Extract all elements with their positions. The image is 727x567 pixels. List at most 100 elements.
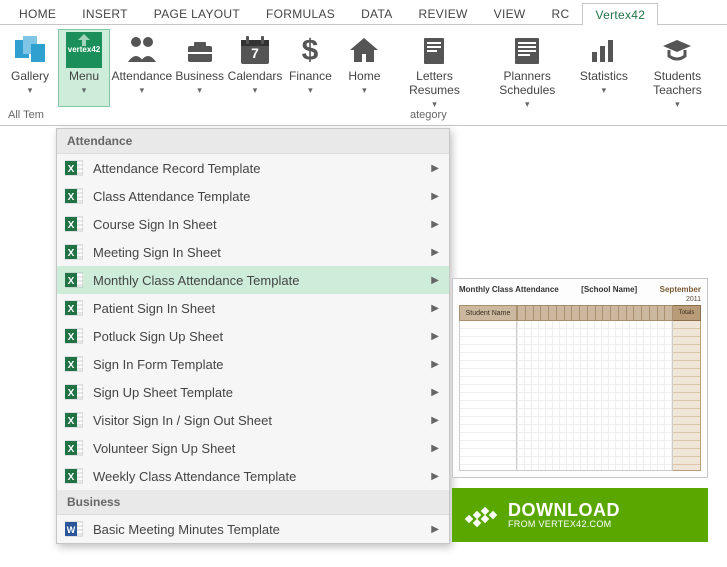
menu-item[interactable]: Attendance Record Template▶ <box>57 154 449 182</box>
chevron-down-icon: ▾ <box>308 85 313 96</box>
submenu-arrow-icon: ▶ <box>431 443 439 454</box>
chevron-down-icon: ▾ <box>28 85 33 96</box>
menu-item[interactable]: Class Attendance Template ▶ <box>57 182 449 210</box>
menu-item[interactable]: Volunteer Sign Up Sheet ▶ <box>57 434 449 462</box>
menu-item[interactable]: Sign Up Sheet Template ▶ <box>57 378 449 406</box>
preview-col-student: Student Name <box>459 305 517 321</box>
excel-icon <box>65 439 83 457</box>
submenu-arrow-icon: ▶ <box>431 219 439 230</box>
tab-data[interactable]: DATA <box>348 2 405 24</box>
download-text: DOWNLOAD FROM VERTEX42.COM <box>508 501 620 529</box>
tab-home[interactable]: HOME <box>6 2 69 24</box>
menu-header-attendance: Attendance <box>57 129 449 154</box>
ribbon-tabs: HOME INSERT PAGE LAYOUT FORMULAS DATA RE… <box>0 0 727 24</box>
menu-item-label: Course Sign In Sheet <box>93 217 421 232</box>
preview-name-column <box>459 321 517 471</box>
students-icon <box>659 32 695 68</box>
planners-icon <box>509 32 545 68</box>
chevron-down-icon: ▾ <box>525 99 530 110</box>
excel-icon <box>65 243 83 261</box>
menu-item-label: Sign In Form Template <box>93 357 421 372</box>
ribbon-gallery-label: Gallery <box>11 70 49 84</box>
ribbon: Gallery ▾ Menu ▾ Attendance ▾ Business ▾… <box>0 24 727 126</box>
ribbon-business[interactable]: Business ▾ <box>174 29 226 107</box>
menu-item[interactable]: Monthly Class Attendance Template ▶ <box>57 266 449 294</box>
preview-grid-header <box>517 305 673 321</box>
ribbon-finance-label: Finance <box>289 70 332 84</box>
menu-item[interactable]: Sign In Form Template ▶ <box>57 350 449 378</box>
category-left-text: All Tem <box>8 109 50 121</box>
ribbon-home[interactable]: Home ▾ <box>338 29 390 107</box>
menu-item[interactable]: Weekly Class Attendance Template▶ <box>57 462 449 490</box>
ribbon-students-teachers[interactable]: Students Teachers ▾ <box>632 29 723 107</box>
tab-vertex42[interactable]: Vertex42 <box>582 3 658 25</box>
excel-icon <box>65 411 83 429</box>
ribbon-home-label: Home <box>348 70 380 84</box>
word-icon <box>65 520 83 538</box>
menu-item[interactable]: Basic Meeting Minutes Template▶ <box>57 515 449 543</box>
download-button[interactable]: DOWNLOAD FROM VERTEX42.COM <box>452 488 708 542</box>
excel-icon <box>65 299 83 317</box>
menu-item[interactable]: Course Sign In Sheet ▶ <box>57 210 449 238</box>
excel-icon <box>65 187 83 205</box>
chevron-down-icon: ▾ <box>82 85 87 96</box>
menu-item[interactable]: Visitor Sign In / Sign Out Sheet▶ <box>57 406 449 434</box>
excel-icon <box>65 215 83 233</box>
ribbon-menu[interactable]: Menu ▾ <box>58 29 110 107</box>
ribbon-letters-resumes[interactable]: Letters Resumes ▾ <box>392 29 476 107</box>
gallery-icon <box>12 32 48 68</box>
ribbon-business-label: Business <box>175 70 224 84</box>
menu-item-label: Monthly Class Attendance Template <box>93 273 421 288</box>
ribbon-attendance-label: Attendance <box>111 70 172 84</box>
ribbon-gallery[interactable]: Gallery ▾ <box>4 29 56 107</box>
menu-item[interactable]: Meeting Sign In Sheet▶ <box>57 238 449 266</box>
ribbon-menu-label: Menu <box>69 70 99 84</box>
tab-formulas[interactable]: FORMULAS <box>253 2 348 24</box>
excel-icon <box>65 327 83 345</box>
calendar-icon <box>237 32 273 68</box>
chevron-down-icon: ▾ <box>362 85 367 96</box>
menu-header-business: Business <box>57 490 449 515</box>
submenu-arrow-icon: ▶ <box>431 415 439 426</box>
menu-item-label: Attendance Record Template <box>93 161 421 176</box>
menu-item-label: Weekly Class Attendance Template <box>93 469 421 484</box>
vertex42-icon <box>66 32 102 68</box>
attendance-icon <box>124 32 160 68</box>
ribbon-planners-schedules[interactable]: Planners Schedules ▾ <box>479 29 576 107</box>
template-thumbnail: Monthly Class Attendance [School Name] S… <box>452 278 708 478</box>
chevron-down-icon: ▾ <box>602 85 607 96</box>
download-big-text: DOWNLOAD <box>508 501 620 520</box>
tab-review[interactable]: REVIEW <box>406 2 481 24</box>
submenu-arrow-icon: ▶ <box>431 303 439 314</box>
preview-year: 2011 <box>686 296 701 303</box>
submenu-arrow-icon: ▶ <box>431 191 439 202</box>
ribbon-calendars-label: Calendars <box>228 70 283 84</box>
ribbon-calendars[interactable]: Calendars ▾ <box>228 29 283 107</box>
menu-item[interactable]: Potluck Sign Up Sheet▶ <box>57 322 449 350</box>
preview-col-totals: Totals <box>673 305 701 321</box>
download-icon <box>464 498 498 532</box>
template-menu: Attendance Attendance Record Template▶Cl… <box>56 128 450 544</box>
preview-grid-body <box>517 321 673 471</box>
preview-month: September <box>660 285 701 294</box>
tab-view[interactable]: VIEW <box>481 2 539 24</box>
menu-item-label: Patient Sign In Sheet <box>93 301 421 316</box>
menu-item[interactable]: Patient Sign In Sheet ▶ <box>57 294 449 322</box>
tab-insert[interactable]: INSERT <box>69 2 141 24</box>
ribbon-statistics[interactable]: Statistics ▾ <box>578 29 630 107</box>
ribbon-letters-label: Letters Resumes <box>397 70 471 98</box>
tab-rc[interactable]: RC <box>539 2 583 24</box>
ribbon-finance[interactable]: Finance ▾ <box>284 29 336 107</box>
preview-school: [School Name] <box>581 285 637 294</box>
template-preview-panel: Monthly Class Attendance [School Name] S… <box>452 278 712 542</box>
menu-item-label: Sign Up Sheet Template <box>93 385 421 400</box>
submenu-arrow-icon: ▶ <box>431 387 439 398</box>
chevron-down-icon: ▾ <box>432 99 437 110</box>
submenu-arrow-icon: ▶ <box>431 359 439 370</box>
tab-page-layout[interactable]: PAGE LAYOUT <box>141 2 253 24</box>
menu-item-label: Class Attendance Template <box>93 189 421 204</box>
ribbon-attendance[interactable]: Attendance ▾ <box>112 29 172 107</box>
submenu-arrow-icon: ▶ <box>431 275 439 286</box>
preview-title: Monthly Class Attendance <box>459 285 559 294</box>
menu-item-label: Volunteer Sign Up Sheet <box>93 441 421 456</box>
